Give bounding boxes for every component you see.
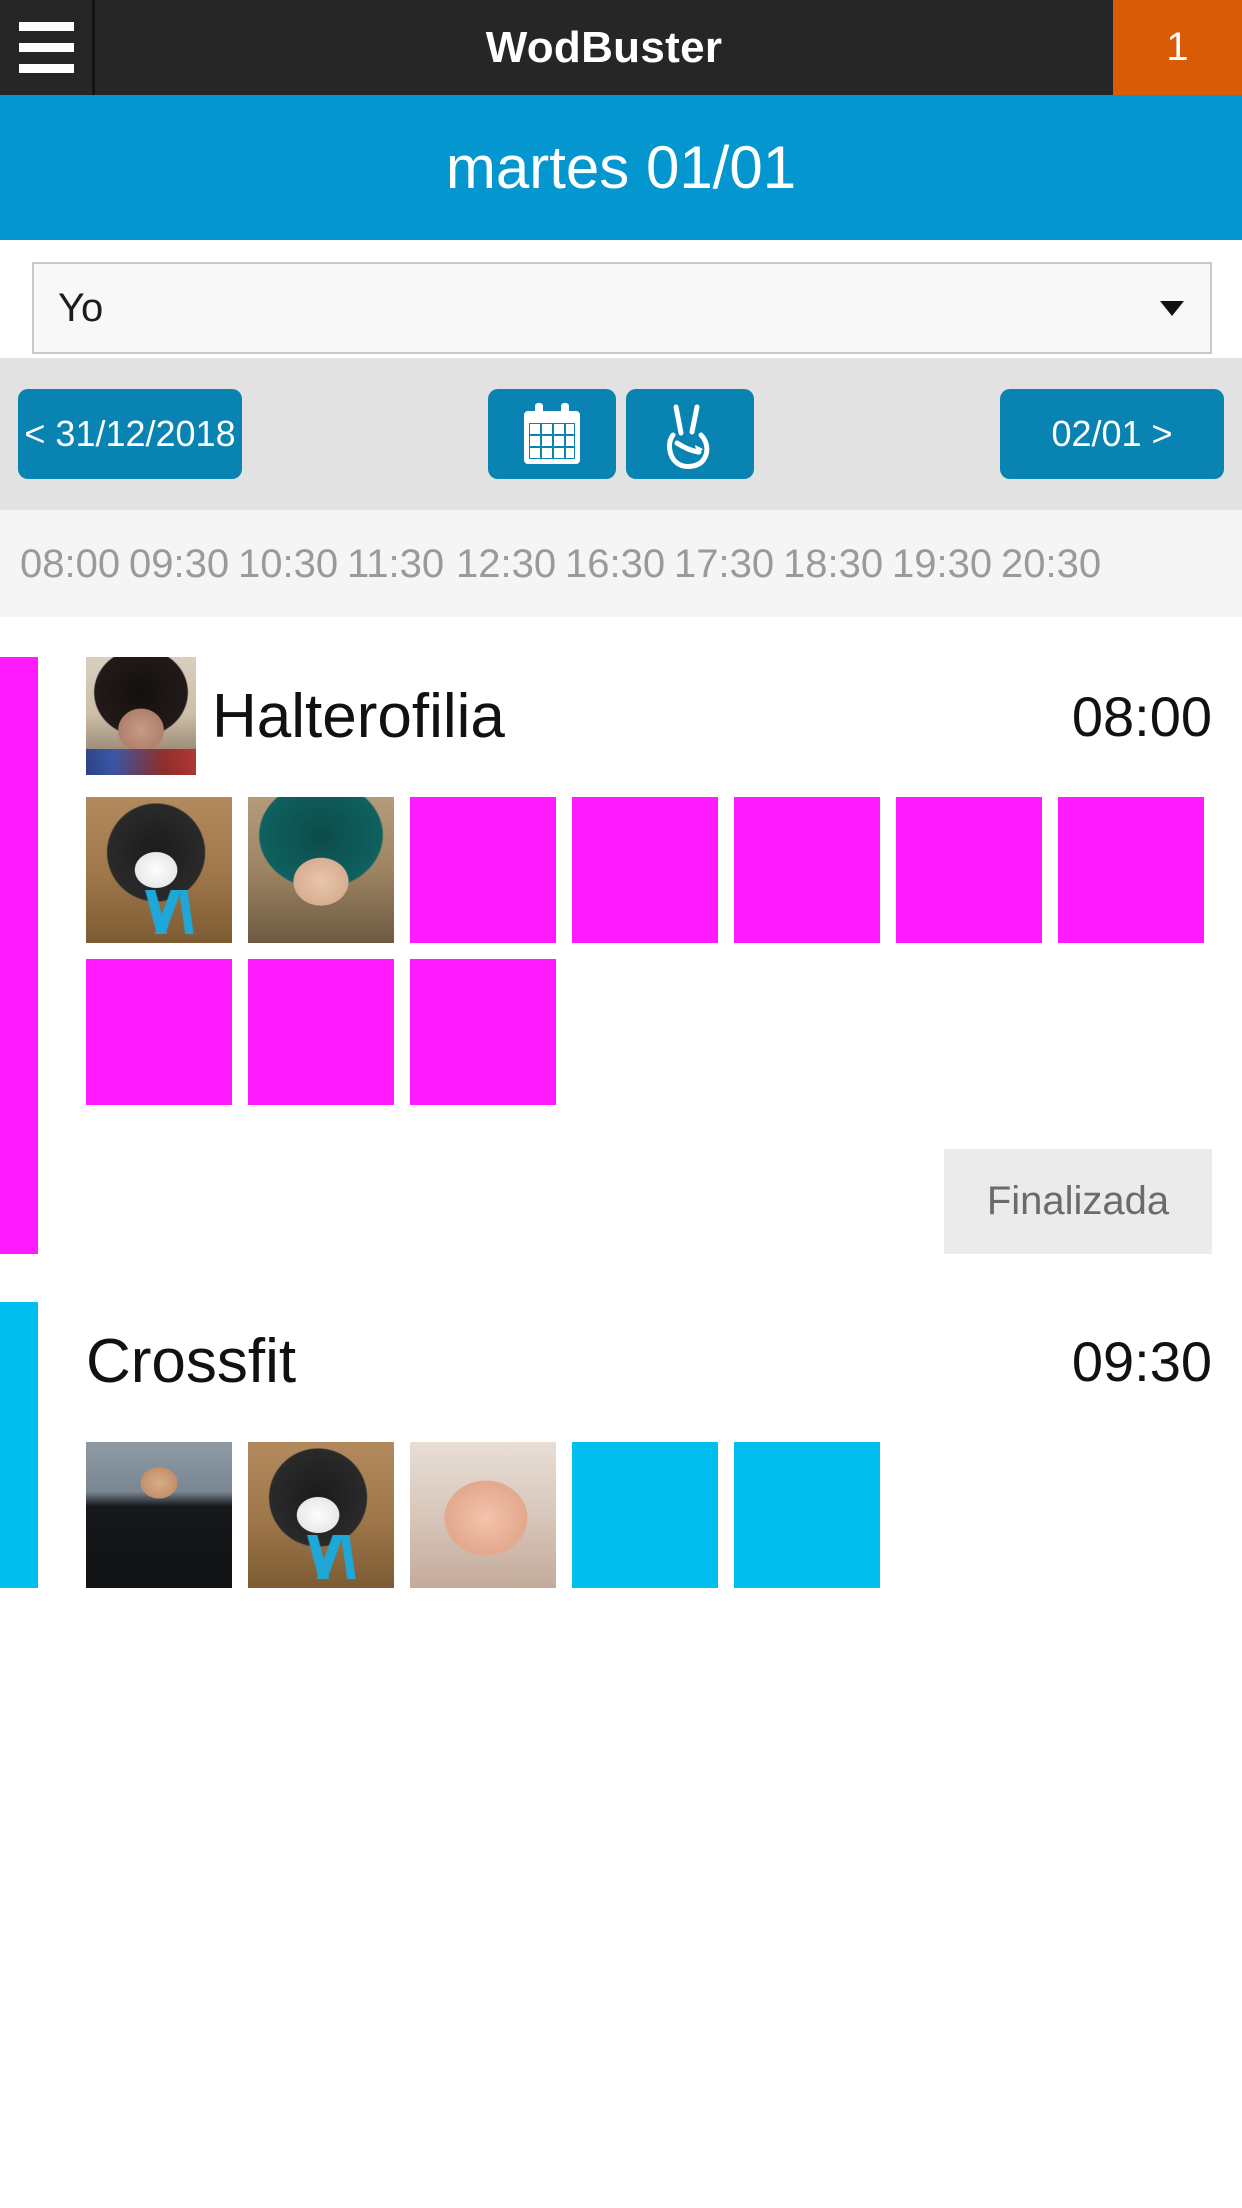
hamburger-icon-bar [18, 22, 74, 31]
class-time: 09:30 [1071, 1329, 1212, 1393]
class-name: Crossfit [86, 1326, 297, 1396]
athlete-filter-value: Yo [58, 285, 104, 330]
attendee-avatar-baby[interactable] [410, 1442, 556, 1588]
time-slot-1930[interactable]: 19:30 [892, 542, 1001, 587]
time-slot-1230[interactable]: 12:30 [456, 542, 565, 587]
attendee-avatar-placeholder[interactable] [896, 797, 1042, 943]
time-slot-label: 18:30 [783, 542, 884, 586]
attendee-avatar-grid [86, 797, 1212, 1105]
time-slot-label: 12:30 [456, 542, 557, 586]
attendee-avatar-placeholder[interactable] [410, 797, 556, 943]
class-card-list: Halterofilia 08:00 Finalizada Crossfit 09:30 [0, 617, 1242, 1588]
attendee-avatar-placeholder[interactable] [248, 959, 394, 1105]
time-slot-label: 10:30 [238, 542, 339, 586]
attendee-avatar-placeholder[interactable] [734, 797, 880, 943]
time-slot-1830[interactable]: 18:30 [783, 542, 892, 587]
filter-select-row: Yo [0, 240, 1242, 358]
time-slot-0930[interactable]: 09:30 [129, 542, 238, 587]
time-slot-label: 19:30 [892, 542, 993, 586]
time-slot-1030[interactable]: 10:30 [238, 542, 347, 587]
class-name: Halterofilia [212, 681, 505, 751]
current-day-bar: martes 01/01 [0, 95, 1242, 240]
status-badge: Finalizada [944, 1149, 1212, 1254]
attendee-avatar-image [86, 1442, 232, 1588]
class-card-body: Crossfit 09:30 [38, 1302, 1242, 1588]
calendar-picker-button[interactable] [488, 389, 616, 479]
app-title: WodBuster [485, 22, 723, 72]
current-day-label: martes 01/01 [445, 134, 797, 201]
coach-avatar-image [86, 657, 196, 775]
time-slot-label: 20:30 [1001, 542, 1102, 586]
class-card-footer: Finalizada [86, 1149, 1212, 1254]
class-time: 08:00 [1071, 684, 1212, 748]
coach-avatar[interactable] [86, 657, 196, 775]
time-slot-0800[interactable]: 08:00 [20, 542, 129, 587]
class-accent-bar [0, 1302, 38, 1588]
nav-icon-group [488, 389, 754, 479]
date-navigation-row: < 31/12/2018 02/01 > [0, 358, 1242, 510]
class-accent-bar [0, 657, 38, 1254]
attendee-avatar-teal-hair[interactable] [248, 797, 394, 943]
app-root: WodBuster 1 martes 01/01 Yo < 31/12/2018 [0, 0, 1242, 2208]
peace-hand-icon [667, 404, 710, 469]
time-slot-list: 08:00 09:30 10:30 11:30 12:30 16:30 17:30 18:30… [0, 510, 1242, 617]
attendee-avatar-placeholder[interactable] [1058, 797, 1204, 943]
time-slot-label: 08:00 [20, 542, 121, 586]
attendee-avatar-placeholder[interactable] [410, 959, 556, 1105]
previous-day-button[interactable]: < 31/12/2018 [18, 389, 242, 479]
hamburger-icon-bar [18, 43, 74, 52]
attendee-avatar-man[interactable] [86, 1442, 232, 1588]
attendee-avatar-image [248, 797, 394, 943]
notification-badge[interactable]: 1 [1113, 0, 1242, 95]
attendee-avatar-image [86, 797, 232, 943]
hamburger-icon-bar [18, 64, 74, 73]
athlete-filter-select[interactable]: Yo [32, 262, 1212, 354]
next-day-button[interactable]: 02/01 > [1000, 389, 1224, 479]
time-slot-label: 09:30 [129, 542, 230, 586]
calendar-icon [524, 403, 580, 464]
attendee-avatar-image [248, 1442, 394, 1588]
time-slot-1730[interactable]: 17:30 [674, 542, 783, 587]
attendee-avatar-placeholder[interactable] [572, 797, 718, 943]
attendee-avatar-dog[interactable] [86, 797, 232, 943]
time-slot-label: 17:30 [674, 542, 775, 586]
time-slot-1630[interactable]: 16:30 [565, 542, 674, 587]
time-slot-label: 11:30 [347, 542, 445, 586]
time-slot-label: 16:30 [565, 542, 666, 586]
class-card-header: Crossfit 09:30 [86, 1302, 1212, 1420]
hamburger-menu-button[interactable] [0, 0, 95, 95]
class-card[interactable]: Halterofilia 08:00 Finalizada [0, 657, 1242, 1254]
attendee-avatar-placeholder[interactable] [86, 959, 232, 1105]
attendee-avatar-placeholder[interactable] [734, 1442, 880, 1588]
attendee-avatar-image [410, 1442, 556, 1588]
chevron-down-icon [1160, 300, 1184, 316]
top-app-bar: WodBuster 1 [0, 0, 1242, 95]
attendee-avatar-grid [86, 1442, 1212, 1588]
class-card-header: Halterofilia 08:00 [86, 657, 1212, 775]
attendee-avatar-dog[interactable] [248, 1442, 394, 1588]
class-card[interactable]: Crossfit 09:30 [0, 1302, 1242, 1588]
attendee-avatar-placeholder[interactable] [572, 1442, 718, 1588]
time-slot-1130[interactable]: 11:30 [347, 542, 456, 587]
class-card-body: Halterofilia 08:00 Finalizada [38, 657, 1242, 1254]
time-slot-2030[interactable]: 20:30 [1001, 542, 1110, 587]
attendance-hand-button[interactable] [626, 389, 754, 479]
